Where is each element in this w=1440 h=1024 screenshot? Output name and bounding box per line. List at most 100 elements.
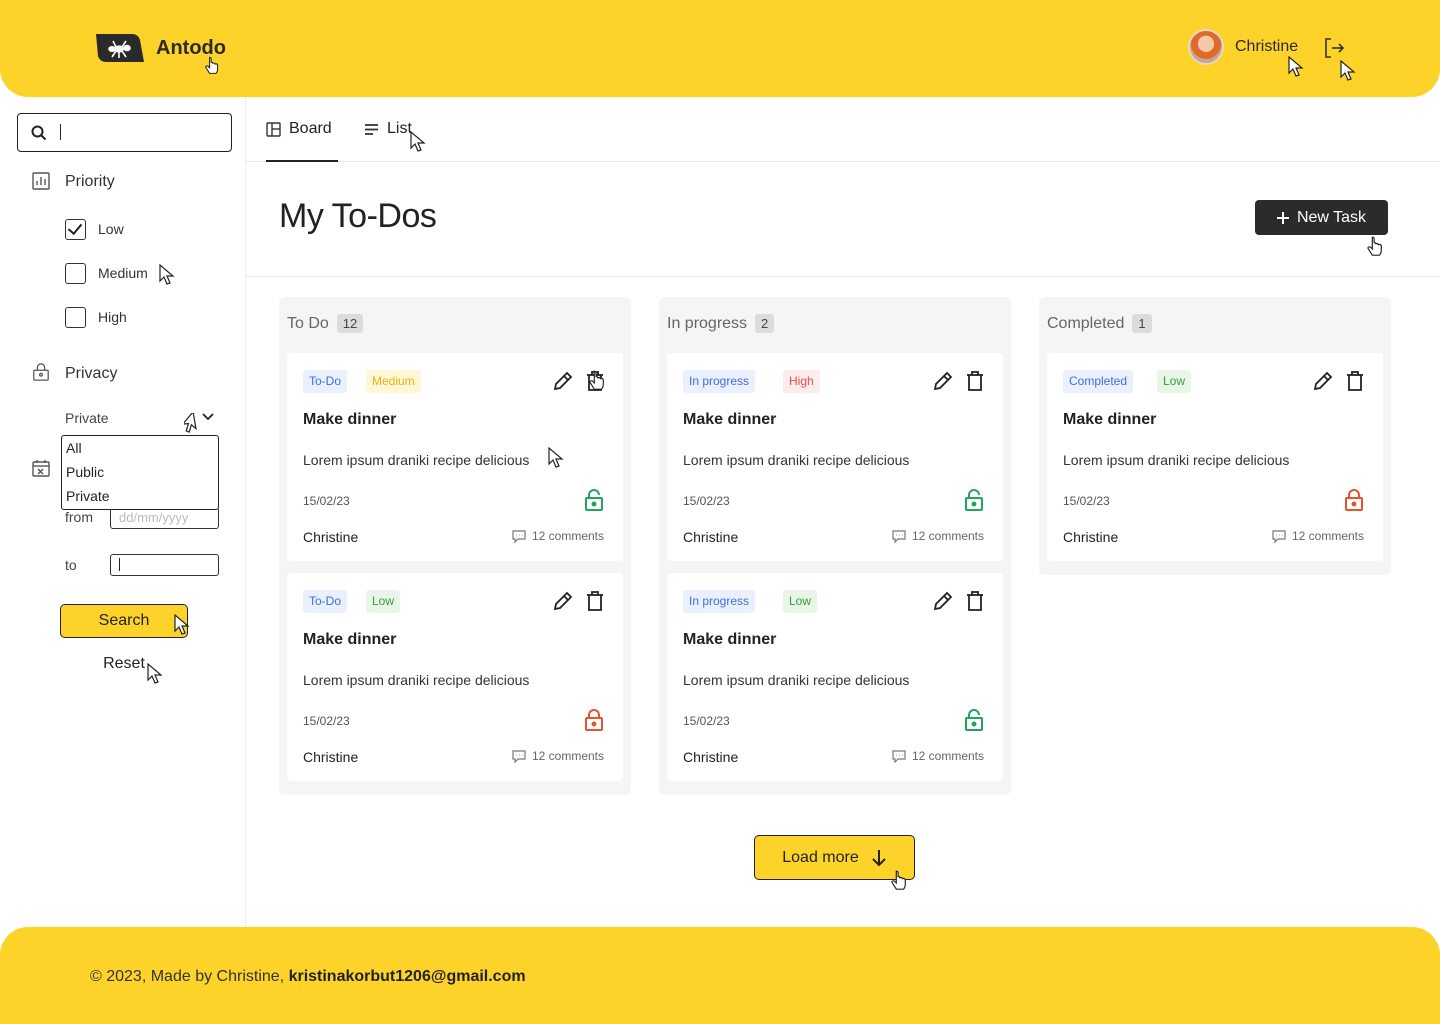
card-title: Make dinner: [683, 631, 777, 648]
trash-icon[interactable]: [964, 370, 986, 392]
status-tag: To-Do: [303, 370, 348, 393]
card-author: Christine: [1063, 529, 1119, 545]
list-icon: [365, 124, 378, 135]
trash-icon[interactable]: [1344, 370, 1366, 392]
column-title: To Do: [287, 314, 329, 332]
lock-closed-icon: [1345, 489, 1363, 511]
reset-button[interactable]: Reset: [60, 655, 188, 679]
privacy-option-public[interactable]: Public: [62, 460, 218, 484]
trash-icon[interactable]: [964, 590, 986, 612]
checkbox-unchecked[interactable]: [65, 306, 86, 328]
comments-count: 12 comments: [1291, 529, 1364, 543]
view-tabs: Board List: [246, 97, 1440, 162]
date-from-input[interactable]: dd/mm/yyyy: [110, 507, 219, 529]
card-date: 15/02/23: [303, 494, 350, 508]
task-card[interactable]: In progress High Make dinner Lorem ipsum dr…: [667, 353, 1003, 561]
filter-sidebar: Priority Low Medium High Privacy Private…: [0, 97, 246, 927]
privacy-option-all[interactable]: All: [62, 436, 218, 460]
trash-icon[interactable]: [584, 370, 606, 392]
lock-open-icon: [965, 709, 983, 731]
tab-label: List: [387, 120, 412, 137]
board-icon: [266, 122, 281, 137]
card-author: Christine: [303, 749, 359, 765]
card-comments-link[interactable]: 12 comments: [512, 529, 604, 543]
search-field[interactable]: [17, 113, 232, 152]
card-description: Lorem ipsum draniki recipe delicious: [303, 672, 530, 688]
column-title: In progress: [667, 314, 748, 332]
card-comments-link[interactable]: 12 comments: [892, 529, 984, 543]
checkbox-label: Medium: [98, 265, 148, 281]
priority-low-checkbox[interactable]: Low: [65, 218, 124, 240]
load-more-label: Load more: [782, 848, 859, 866]
card-title: Make dinner: [683, 411, 777, 428]
search-button[interactable]: Search: [60, 604, 188, 638]
status-tag: In progress: [683, 370, 756, 393]
card-comments-link[interactable]: 12 comments: [512, 749, 604, 763]
comment-icon: [892, 530, 906, 543]
card-date: 15/02/23: [303, 714, 350, 728]
footer-email-link[interactable]: kristinakorbut1206@gmail.com: [289, 968, 526, 985]
trash-icon[interactable]: [584, 590, 606, 612]
lock-closed-icon: [585, 709, 603, 731]
card-date: 15/02/23: [683, 494, 730, 508]
kanban-column: In progress 2 In progress High Make dinner Lo…: [659, 297, 1011, 795]
task-card[interactable]: To-Do Low Make dinner Lorem ipsum draniki r…: [287, 573, 623, 781]
privacy-dropdown-menu[interactable]: All Public Private: [61, 435, 219, 510]
card-comments-link[interactable]: 12 comments: [892, 749, 984, 763]
card-date: 15/02/23: [1063, 494, 1110, 508]
edit-icon[interactable]: [1312, 370, 1334, 392]
comment-icon: [512, 530, 526, 543]
card-author: Christine: [683, 529, 739, 545]
edit-icon[interactable]: [932, 370, 954, 392]
user-avatar[interactable]: [1188, 29, 1224, 65]
card-description: Lorem ipsum draniki recipe delicious: [683, 452, 910, 468]
divider: [246, 276, 1440, 277]
load-more-button[interactable]: Load more: [754, 835, 915, 880]
date-to-label: to: [65, 557, 77, 573]
privacy-select[interactable]: Private: [65, 410, 217, 432]
search-input[interactable]: [58, 122, 218, 144]
ant-logo-icon[interactable]: [92, 32, 144, 64]
date-from-label: from: [65, 509, 93, 525]
task-card[interactable]: In progress Low Make dinner Lorem ipsum dra…: [667, 573, 1003, 781]
tab-board[interactable]: Board: [266, 120, 338, 162]
card-description: Lorem ipsum draniki recipe delicious: [303, 452, 530, 468]
card-comments-link[interactable]: 12 comments: [1272, 529, 1364, 543]
priority-tag: Low: [783, 590, 818, 613]
priority-tag: Medium: [366, 370, 421, 393]
task-card[interactable]: To-Do Medium Make dinner Lorem ipsum dranik…: [287, 353, 623, 561]
chevron-down-icon[interactable]: [201, 412, 215, 422]
comment-icon: [512, 750, 526, 763]
comments-count: 12 comments: [531, 529, 604, 543]
arrow-down-icon: [872, 849, 886, 866]
date-to-input[interactable]: [110, 554, 219, 576]
edit-icon[interactable]: [552, 370, 574, 392]
brand-name[interactable]: Antodo: [156, 37, 226, 60]
card-description: Lorem ipsum draniki recipe delicious: [683, 672, 910, 688]
priority-high-checkbox[interactable]: High: [65, 306, 127, 328]
column-header: To Do 12: [287, 314, 364, 333]
status-tag: To-Do: [303, 590, 348, 613]
priority-title: Priority: [65, 173, 115, 190]
user-name[interactable]: Christine: [1235, 38, 1298, 56]
plus-icon: [1276, 211, 1289, 224]
tab-list[interactable]: List: [364, 120, 412, 162]
logout-icon[interactable]: [1322, 36, 1346, 60]
task-card[interactable]: Completed Low Make dinner Lorem ipsum drani…: [1047, 353, 1383, 561]
lock-open-icon: [585, 489, 603, 511]
checkbox-unchecked[interactable]: [65, 262, 86, 284]
edit-icon[interactable]: [932, 590, 954, 612]
edit-icon[interactable]: [552, 590, 574, 612]
priority-tag: Low: [366, 590, 401, 613]
footer-copyright: © 2023, Made by Christine,: [90, 968, 285, 985]
kanban-column: To Do 12 To-Do Medium Make dinner Lorem ipsum…: [279, 297, 631, 795]
card-description: Lorem ipsum draniki recipe delicious: [1063, 452, 1290, 468]
lock-icon: [33, 363, 49, 381]
comments-count: 12 comments: [911, 749, 984, 763]
new-task-button[interactable]: New Task: [1255, 200, 1388, 235]
priority-medium-checkbox[interactable]: Medium: [65, 262, 148, 284]
tab-label: Board: [289, 120, 332, 137]
privacy-option-private[interactable]: Private: [62, 484, 218, 508]
checkbox-checked[interactable]: [65, 218, 86, 240]
priority-tag: Low: [1157, 370, 1192, 393]
